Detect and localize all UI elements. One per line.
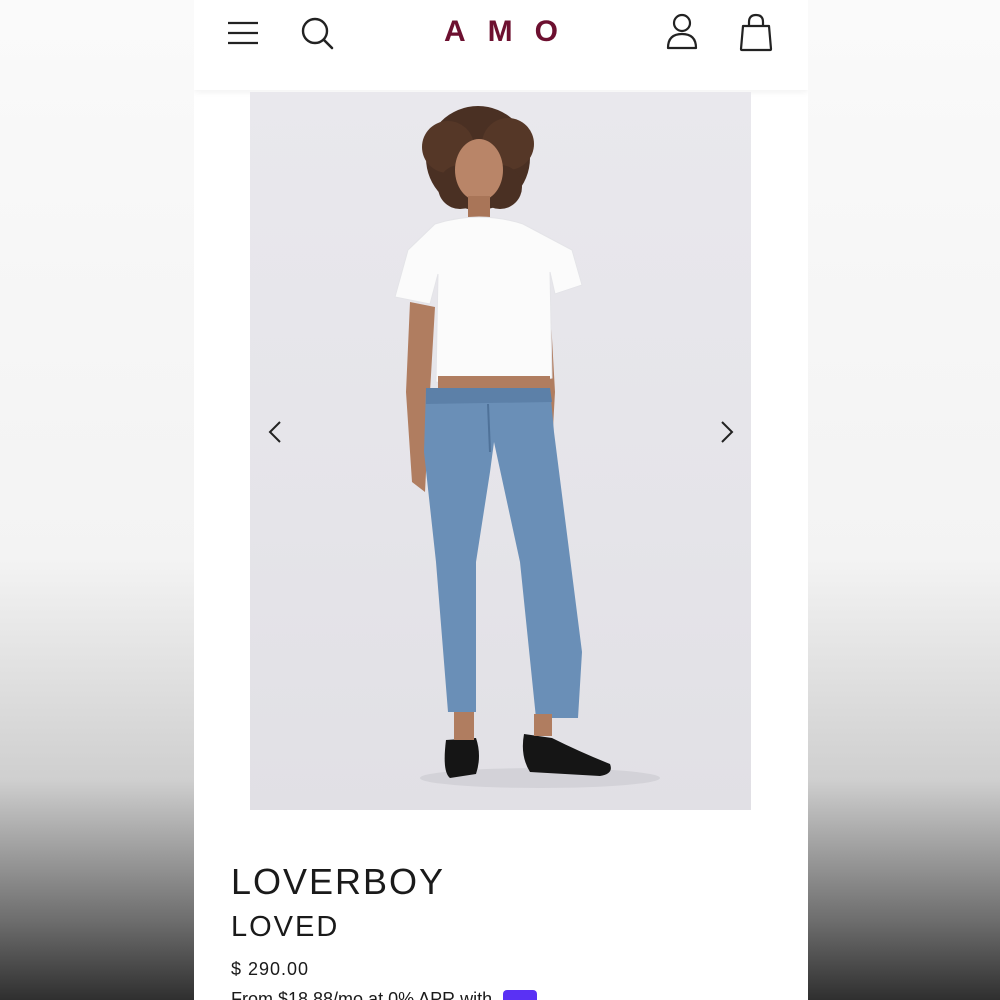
installment-text: From $18.88/mo at 0% APR with <box>231 989 493 1000</box>
mobile-page: AMO LOVERBOY LOVED $ 290.00 From $18.88/… <box>194 0 808 1000</box>
product-image <box>394 106 660 788</box>
product-info: LOVERBOY LOVED $ 290.00 From $18.88/mo a… <box>231 860 538 1000</box>
installment-offer: From $18.88/mo at 0% APR with <box>231 988 538 1000</box>
site-header: AMO <box>194 0 808 90</box>
product-wash-name: LOVED <box>231 911 340 943</box>
product-title: LOVERBOY <box>231 861 446 902</box>
chevron-right-icon[interactable] <box>712 412 742 452</box>
menu-icon[interactable] <box>226 18 260 48</box>
product-image-gallery[interactable] <box>250 92 751 810</box>
shop-pay-badge[interactable] <box>503 990 538 1000</box>
account-icon[interactable] <box>664 12 700 52</box>
background-blur-left <box>0 0 194 1000</box>
brand-logo[interactable]: AMO <box>394 12 608 52</box>
search-icon[interactable] <box>300 14 336 50</box>
shopping-bag-icon[interactable] <box>738 12 774 52</box>
product-price: $ 290.00 <box>231 959 310 979</box>
chevron-left-icon[interactable] <box>260 412 290 452</box>
background-blur-right <box>808 0 1000 1000</box>
